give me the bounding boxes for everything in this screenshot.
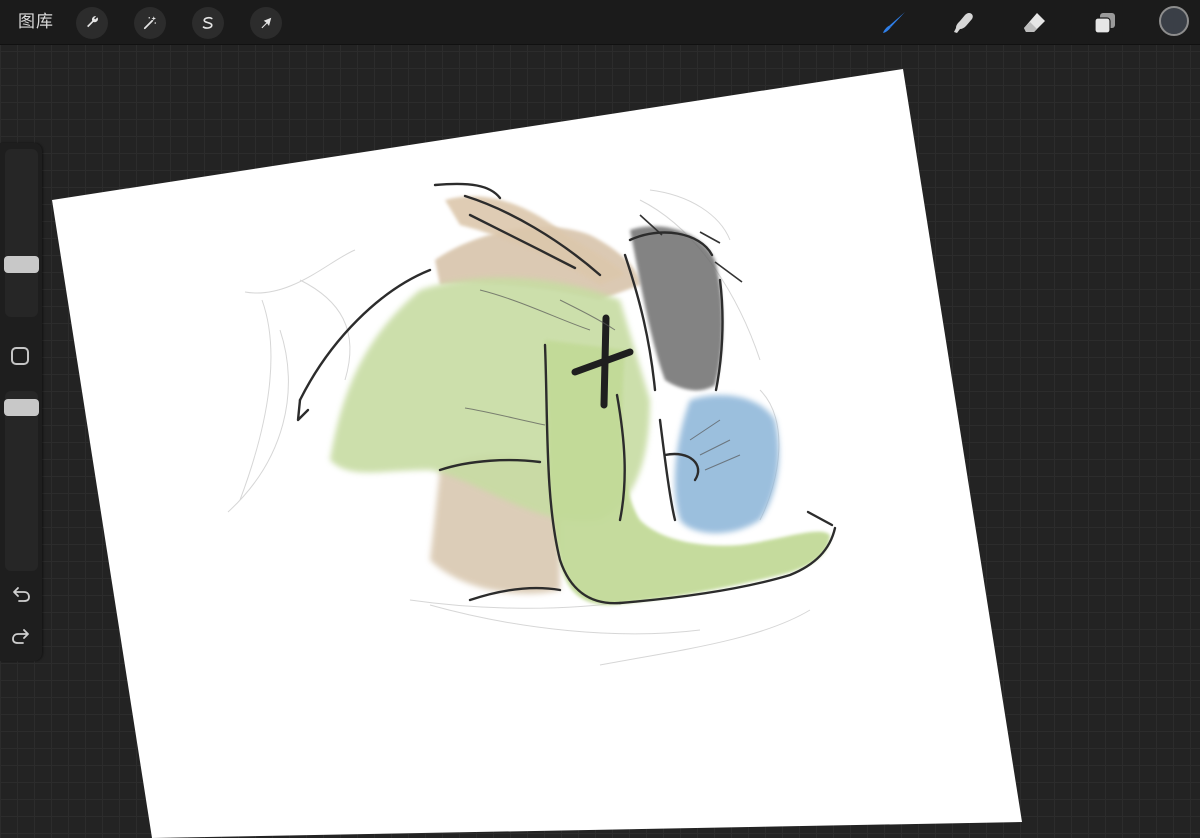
adjustments-button[interactable] — [134, 7, 166, 39]
smudge-button[interactable] — [947, 6, 981, 40]
eraser-icon — [1024, 13, 1045, 32]
opacity-slider[interactable] — [5, 391, 38, 571]
wrench-icon — [87, 16, 98, 28]
undo-icon[interactable] — [9, 583, 33, 607]
color-picker-swatch[interactable] — [1159, 6, 1189, 36]
gallery-button[interactable]: 图库 — [18, 10, 54, 34]
left-sidebar — [0, 143, 42, 661]
brush-size-slider[interactable] — [5, 149, 38, 317]
modify-button[interactable] — [11, 347, 29, 365]
selection-s-icon — [202, 16, 213, 29]
opacity-handle[interactable] — [4, 399, 39, 416]
brush-size-handle[interactable] — [4, 256, 39, 273]
magic-wand-icon — [143, 16, 156, 30]
arrow-cursor-icon — [261, 17, 272, 29]
redo-icon[interactable] — [9, 625, 33, 649]
brush-button[interactable] — [877, 6, 911, 40]
actions-button[interactable] — [76, 7, 108, 39]
layers-button[interactable] — [1088, 6, 1122, 40]
top-toolbar: 图库 — [0, 0, 1200, 44]
smudge-finger-icon — [954, 13, 973, 33]
workspace — [0, 0, 1200, 838]
selection-button[interactable] — [192, 7, 224, 39]
transform-button[interactable] — [250, 7, 282, 39]
brush-icon — [883, 12, 905, 33]
layers-icon — [1094, 13, 1115, 34]
eraser-button[interactable] — [1018, 6, 1052, 40]
canvas[interactable] — [0, 0, 1200, 838]
